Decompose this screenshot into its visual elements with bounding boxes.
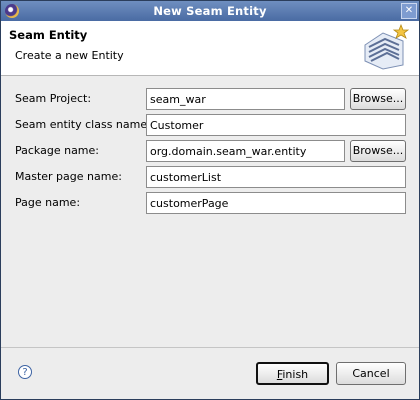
header-description: Create a new Entity xyxy=(15,49,124,62)
entity-class-input[interactable] xyxy=(146,114,406,136)
entity-class-row: Seam entity class name: xyxy=(1,114,419,136)
seam-wizard-icon xyxy=(364,23,409,70)
page-name-input[interactable] xyxy=(146,192,406,214)
package-browse-button[interactable]: Browse... xyxy=(350,140,406,162)
page-name-row: Page name: xyxy=(1,192,419,214)
seam-project-label: Seam Project: xyxy=(15,92,92,105)
help-icon[interactable]: ? xyxy=(18,365,32,379)
close-icon[interactable]: ✕ xyxy=(401,3,417,19)
wizard-form: Seam Project: Browse... Seam entity clas… xyxy=(1,75,419,347)
package-input[interactable] xyxy=(146,140,345,162)
footer-separator xyxy=(1,347,419,348)
title-bar[interactable]: New Seam Entity ✕ xyxy=(1,1,419,21)
wizard-header: Seam Entity Create a new Entity xyxy=(1,21,419,76)
seam-project-input[interactable] xyxy=(146,88,345,110)
entity-class-label: Seam entity class name: xyxy=(15,118,151,131)
master-page-label: Master page name: xyxy=(15,170,122,183)
package-row: Package name: Browse... xyxy=(1,140,419,162)
dialog-window: New Seam Entity ✕ Seam Entity Create a n… xyxy=(0,0,420,400)
master-page-input[interactable] xyxy=(146,166,406,188)
master-page-row: Master page name: xyxy=(1,166,419,188)
seam-project-browse-button[interactable]: Browse... xyxy=(350,88,406,110)
cancel-button[interactable]: Cancel xyxy=(336,362,406,385)
finish-label: inish xyxy=(282,368,309,381)
window-title: New Seam Entity xyxy=(153,4,267,18)
page-name-label: Page name: xyxy=(15,196,81,209)
package-label: Package name: xyxy=(15,144,99,157)
seam-project-row: Seam Project: Browse... xyxy=(1,88,419,110)
header-title: Seam Entity xyxy=(9,28,88,42)
finish-button[interactable]: Finish xyxy=(256,362,329,385)
